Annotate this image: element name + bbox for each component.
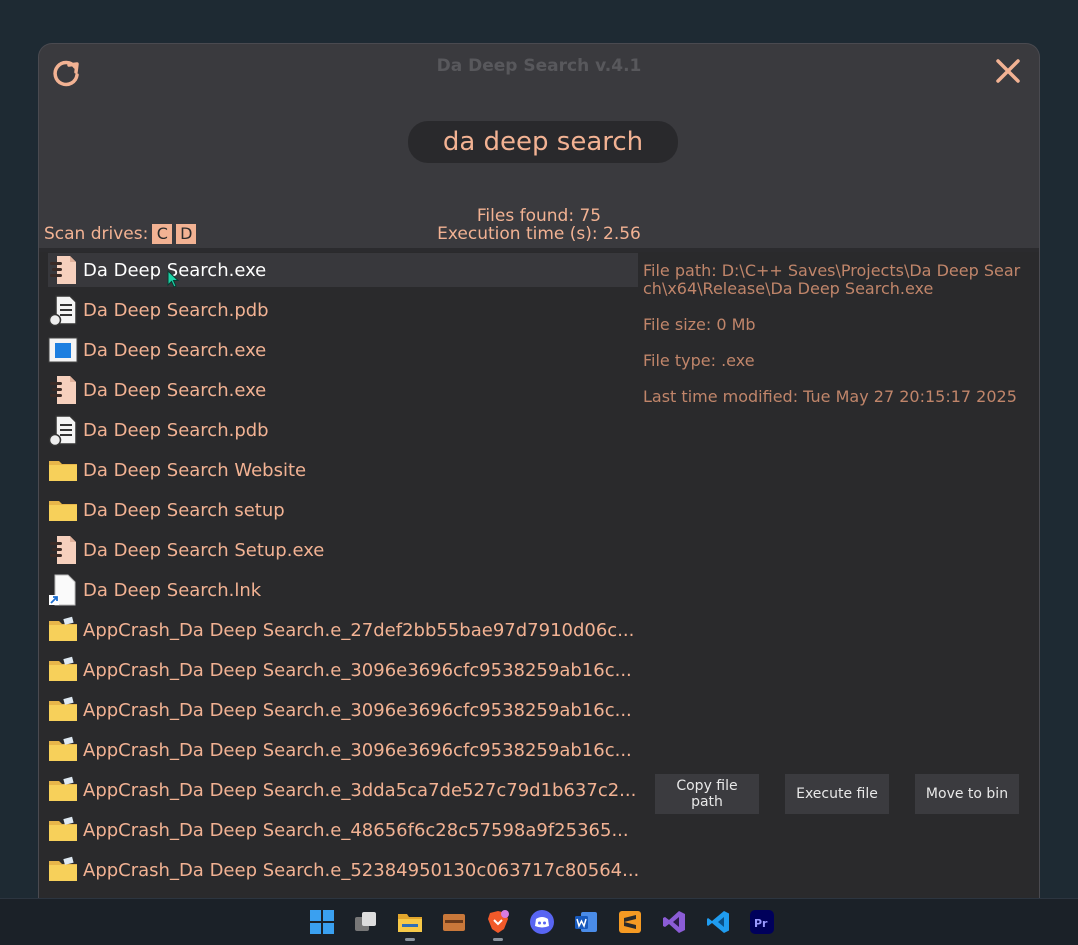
pdb-file-icon xyxy=(48,414,78,447)
close-icon[interactable] xyxy=(993,56,1023,86)
file-row[interactable]: Da Deep Search.exe xyxy=(48,333,638,367)
visual-studio-icon[interactable] xyxy=(661,909,687,935)
crash-folder-icon xyxy=(48,854,78,886)
file-row[interactable]: AppCrash_Da Deep Search.e_48656f6c28c575… xyxy=(48,813,638,847)
exe-setup-icon xyxy=(48,374,78,406)
file-row[interactable]: Da Deep Search.lnk xyxy=(48,573,638,607)
file-row[interactable]: Da Deep Search.pdb xyxy=(48,413,638,447)
brave-browser-icon[interactable] xyxy=(485,909,511,941)
file-name: AppCrash_Da Deep Search.e_3dda5ca7de527c… xyxy=(83,779,637,801)
vscode-icon[interactable] xyxy=(705,909,731,935)
file-size-detail: File size: 0 Mb xyxy=(643,315,756,334)
pdb-file-icon xyxy=(48,294,78,327)
premiere-pro-icon[interactable]: Pr xyxy=(749,909,775,935)
app-window: Da Deep Search v.4.1 Scan drives: C D Fi… xyxy=(38,43,1040,900)
file-row[interactable]: AppCrash_Da Deep Search.e_3dda5ca7de527c… xyxy=(48,773,638,807)
file-row[interactable]: Da Deep Search.pdb xyxy=(48,293,638,327)
file-row[interactable]: Da Deep Search setup xyxy=(48,493,638,527)
file-name: Da Deep Search.lnk xyxy=(83,579,262,601)
file-name: Da Deep Search Website xyxy=(83,459,307,481)
file-name: Da Deep Search.exe xyxy=(83,339,267,361)
refresh-icon[interactable] xyxy=(50,56,82,88)
files-found-count: Files found: 75 xyxy=(476,206,602,226)
file-name: Da Deep Search.pdb xyxy=(83,299,269,321)
file-explorer-icon[interactable] xyxy=(397,909,423,941)
running-indicator xyxy=(405,938,415,941)
word-icon[interactable] xyxy=(573,909,599,935)
mouse-cursor-icon xyxy=(167,270,179,288)
sublime-text-icon[interactable] xyxy=(617,909,643,935)
crash-folder-icon xyxy=(48,694,78,726)
file-row[interactable]: AppCrash_Da Deep Search.e_3096e3696cfc95… xyxy=(48,733,638,767)
copy-file-path-button[interactable]: Copy file path xyxy=(655,774,759,814)
file-row[interactable]: Da Deep Search.exe xyxy=(48,373,638,407)
discord-icon[interactable] xyxy=(529,909,555,935)
file-name: AppCrash_Da Deep Search.e_3096e3696cfc95… xyxy=(83,699,632,721)
image-viewer-icon[interactable] xyxy=(441,909,467,935)
exe-setup-icon xyxy=(48,534,78,566)
last-modified-detail: Last time modified: Tue May 27 20:15:17 … xyxy=(643,387,1017,406)
file-name: AppCrash_Da Deep Search.e_52384950130c06… xyxy=(83,859,638,881)
file-type-detail: File type: .exe xyxy=(643,351,755,370)
file-name: AppCrash_Da Deep Search.e_48656f6c28c575… xyxy=(83,819,629,841)
task-view-icon[interactable] xyxy=(353,909,379,935)
details-panel: File path: D:\C++ Saves\Projects\Da Deep… xyxy=(638,252,1039,900)
move-to-bin-button[interactable]: Move to bin xyxy=(915,774,1019,814)
file-name: Da Deep Search.exe xyxy=(83,379,267,401)
file-path-detail: File path: D:\C++ Saves\Projects\Da Deep… xyxy=(643,261,1021,298)
file-row[interactable]: AppCrash_Da Deep Search.e_52384950130c06… xyxy=(48,853,638,887)
running-indicator xyxy=(493,938,503,941)
results-list: Da Deep Search.exe Da Deep Search.pdb Da D… xyxy=(39,252,638,900)
app-window-icon xyxy=(48,334,78,366)
execute-file-button[interactable]: Execute file xyxy=(785,774,889,814)
window-title: Da Deep Search v.4.1 xyxy=(436,56,642,76)
search-input[interactable] xyxy=(408,121,678,163)
file-name: Da Deep Search setup xyxy=(83,499,285,521)
crash-folder-icon xyxy=(48,814,78,846)
file-row[interactable]: AppCrash_Da Deep Search.e_3096e3696cfc95… xyxy=(48,693,638,727)
file-row[interactable]: Da Deep Search.exe xyxy=(48,253,638,287)
folder-icon xyxy=(48,454,78,486)
execution-time: Execution time (s): 2.56 xyxy=(437,224,641,244)
crash-folder-icon xyxy=(48,614,78,646)
taskbar: Pr xyxy=(0,898,1078,945)
windows-start-icon[interactable] xyxy=(309,909,335,935)
crash-folder-icon xyxy=(48,774,78,806)
folder-icon xyxy=(48,494,78,526)
file-name: Da Deep Search Setup.exe xyxy=(83,539,325,561)
file-row[interactable]: Da Deep Search Website xyxy=(48,453,638,487)
file-name: AppCrash_Da Deep Search.e_3096e3696cfc95… xyxy=(83,659,632,681)
file-row[interactable]: Da Deep Search Setup.exe xyxy=(48,533,638,567)
crash-folder-icon xyxy=(48,734,78,766)
search-stats: Files found: 75 Execution time (s): 2.56 xyxy=(39,207,1039,243)
svg-text:Pr: Pr xyxy=(754,917,768,930)
file-row[interactable]: AppCrash_Da Deep Search.e_27def2bb55bae9… xyxy=(48,613,638,647)
exe-setup-icon xyxy=(48,254,78,286)
file-name: AppCrash_Da Deep Search.e_3096e3696cfc95… xyxy=(83,739,632,761)
file-name: Da Deep Search.pdb xyxy=(83,419,269,441)
file-row[interactable]: AppCrash_Da Deep Search.e_3096e3696cfc95… xyxy=(48,653,638,687)
crash-folder-icon xyxy=(48,654,78,686)
file-name: AppCrash_Da Deep Search.e_27def2bb55bae9… xyxy=(83,619,635,641)
shortcut-file-icon xyxy=(48,574,78,606)
